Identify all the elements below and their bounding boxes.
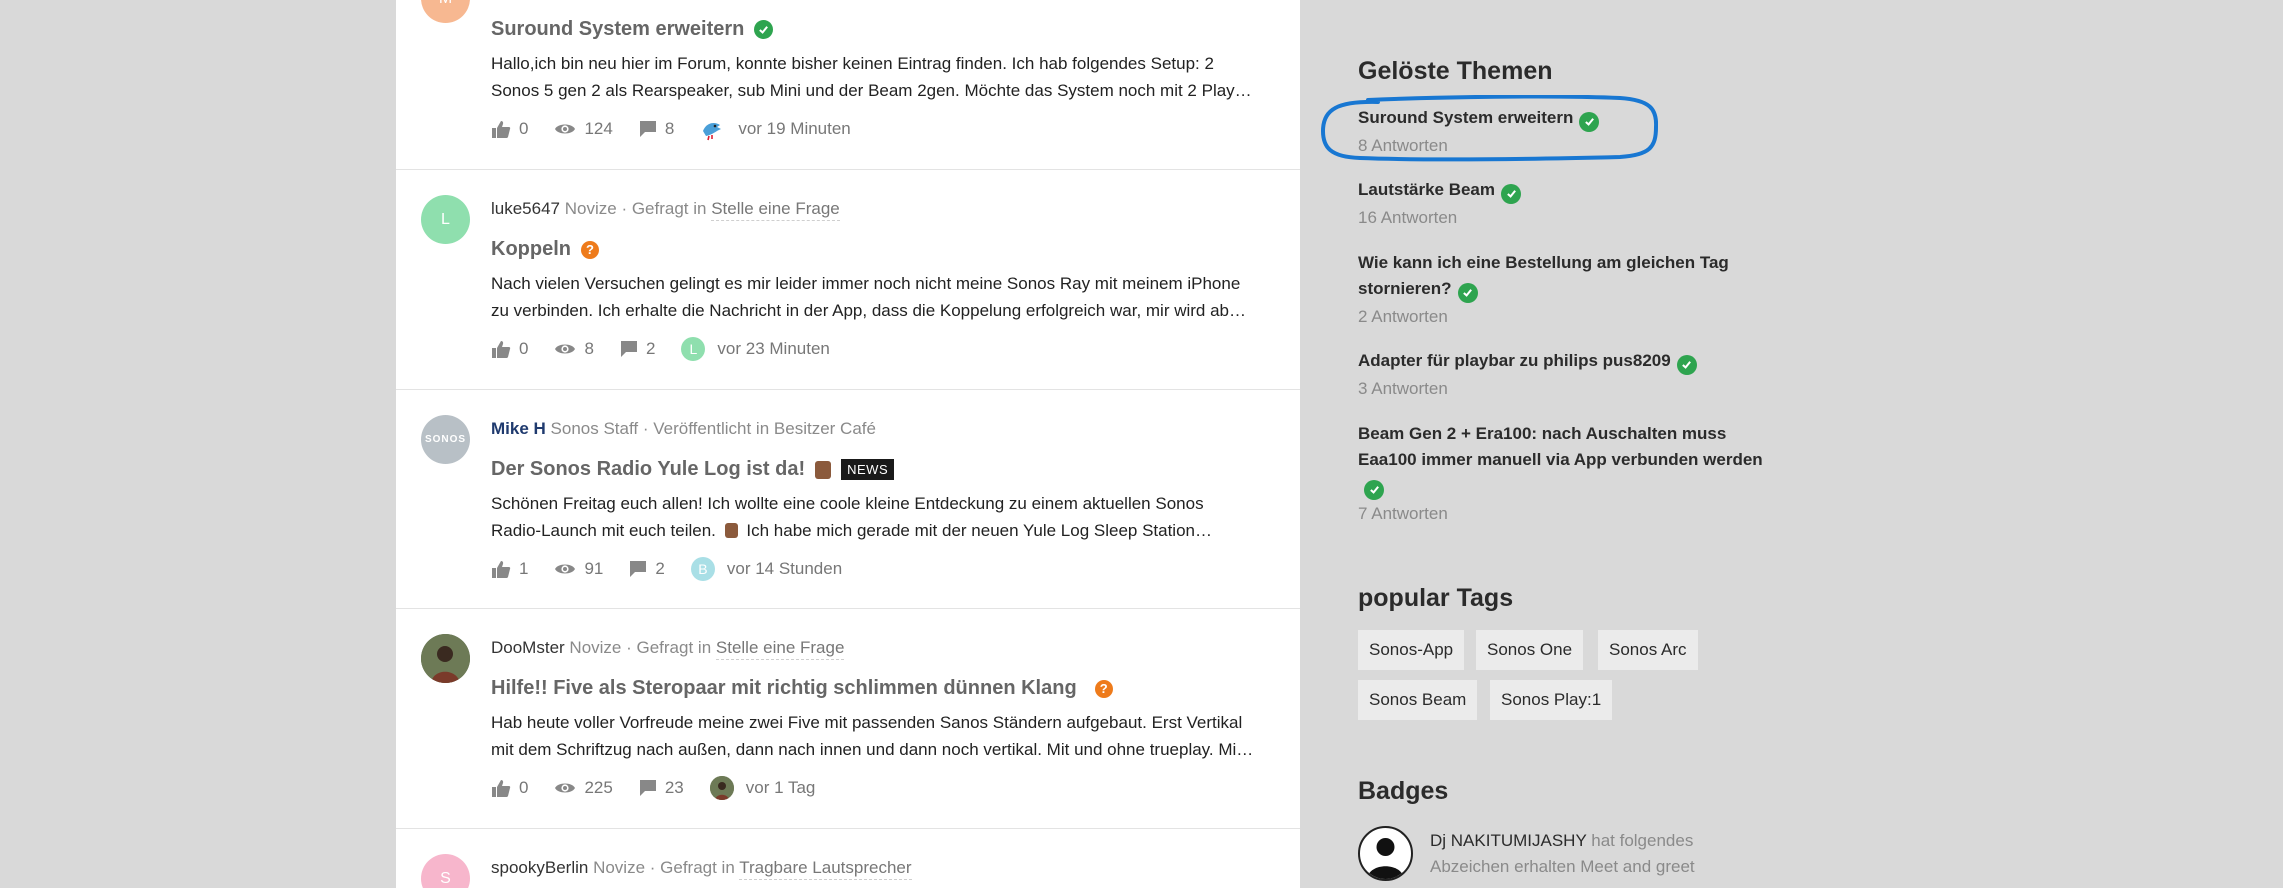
topic-stats: 0 225 23 vor 1 Tag (491, 776, 841, 800)
badge-user-link[interactable]: Dj NAKITUMIJASHY (1430, 831, 1587, 850)
solved-topic[interactable]: Wie kann ich eine Bestellung am gleichen… (1358, 250, 1768, 327)
tag-sonos-one[interactable]: Sonos One (1476, 630, 1584, 670)
avatar[interactable] (421, 634, 470, 683)
like-stat[interactable]: 0 (491, 778, 528, 798)
topic-meta: DooMster Novize · Gefragt in Stelle eine… (491, 638, 845, 660)
user-photo-icon (709, 776, 734, 800)
author-link[interactable]: spookyBerlin (491, 858, 588, 877)
eye-icon (555, 344, 576, 354)
like-stat[interactable]: 0 (491, 339, 528, 359)
annotation-circle (1320, 95, 1658, 162)
topic-stats: 0 8 2 L vor 23 Minuten (491, 337, 856, 361)
topic-title[interactable]: Der Sonos Radio Yule Log ist da! NEWS (491, 458, 895, 481)
tag-sonos-beam[interactable]: Sonos Beam (1358, 680, 1478, 720)
thumbs-up-icon (492, 121, 511, 138)
thumbs-up-icon (492, 341, 511, 358)
topic-meta: luke5647 Novize · Gefragt in Stelle eine… (491, 199, 840, 221)
eye-icon (555, 783, 576, 793)
thumbs-up-icon (492, 780, 511, 797)
popular-tags-heading: popular Tags (1358, 584, 1514, 612)
comment-icon (620, 341, 637, 357)
bird-avatar-icon (703, 123, 722, 141)
topic-title[interactable]: Hilfe!! Five als Steropaar mit richtig s… (491, 677, 1113, 700)
tag-sonos-arc[interactable]: Sonos Arc (1598, 630, 1698, 670)
solved-check-icon (1676, 354, 1697, 375)
question-icon: ? (581, 240, 599, 259)
topic-card[interactable]: L luke5647 Novize · Gefragt in Stelle ei… (396, 170, 1300, 390)
last-activity[interactable]: B vor 14 Stunden (690, 557, 842, 581)
solved-check-icon (1457, 282, 1478, 303)
avatar[interactable]: L (421, 195, 470, 244)
views-stat: 91 (554, 559, 603, 579)
like-stat[interactable]: 1 (491, 559, 528, 579)
topic-stats: 0 124 8 vor 19 Minuten (491, 117, 877, 141)
solved-topic[interactable]: Adapter für playbar zu philips pus8209 3… (1358, 348, 1778, 399)
avatar[interactable]: M (421, 0, 470, 23)
topic-excerpt: Hab heute voller Vorfreude meine zwei Fi… (491, 713, 1254, 759)
yule-log-icon (724, 523, 738, 538)
author-link[interactable]: Mike H (491, 419, 546, 438)
badges-heading: Badges (1358, 777, 1449, 805)
topic-excerpt: Schönen Freitag euch allen! Ich wollte e… (491, 494, 1212, 540)
topic-card[interactable]: M Suround System erweitern Hallo,ich bin… (396, 0, 1300, 170)
topic-meta: Mike H Sonos Staff · Veröffentlicht in B… (491, 419, 876, 438)
views-stat: 225 (554, 778, 613, 798)
topic-card[interactable]: S spookyBerlin Novize · Gefragt in Tragb… (396, 829, 1300, 888)
last-reply-avatar[interactable]: B (690, 557, 715, 581)
like-stat[interactable]: 0 (491, 119, 528, 139)
author-link[interactable]: DooMster (491, 638, 565, 657)
replies-stat: 2 (620, 339, 655, 359)
eye-icon (555, 564, 576, 574)
last-reply-avatar[interactable]: L (681, 337, 706, 361)
news-badge: NEWS (841, 459, 895, 480)
topic-card[interactable]: DooMster Novize · Gefragt in Stelle eine… (396, 609, 1300, 829)
eye-icon (555, 124, 576, 134)
user-silhouette-icon (1367, 838, 1404, 879)
comment-icon (630, 561, 647, 577)
yule-log-icon (815, 460, 832, 479)
topic-stats: 1 91 2 B vor 14 Stunden (491, 557, 868, 581)
solved-topic[interactable]: Lautstärke Beam 16 Antworten (1358, 177, 1778, 228)
solved-check-icon (1501, 183, 1522, 204)
replies-stat: 8 (639, 119, 674, 139)
topic-feed: M Suround System erweitern Hallo,ich bin… (396, 0, 1300, 888)
category-link[interactable]: Stelle eine Frage (715, 638, 845, 660)
solved-check-icon (754, 20, 774, 39)
category-link[interactable]: Tragbare Lautsprecher (739, 858, 912, 880)
comment-icon (639, 780, 656, 796)
avatar[interactable]: SONOS (421, 415, 470, 464)
last-activity[interactable]: vor 1 Tag (709, 776, 815, 800)
avatar[interactable] (1358, 826, 1413, 881)
solved-check-icon (1364, 479, 1384, 500)
user-photo-icon (421, 634, 470, 683)
solved-topic[interactable]: Beam Gen 2 + Era100: nach Auschalten mus… (1358, 421, 1768, 524)
thumbs-up-icon (492, 561, 511, 578)
tag-sonos-play1[interactable]: Sonos Play:1 (1490, 680, 1613, 720)
last-reply-avatar[interactable] (709, 776, 734, 800)
topic-title[interactable]: Koppeln ? (491, 238, 599, 261)
category-link[interactable]: Besitzer Café (774, 419, 876, 438)
solved-topics-heading: Gelöste Themen (1358, 57, 1553, 85)
comment-icon (639, 121, 656, 137)
last-activity[interactable]: L vor 23 Minuten (681, 337, 830, 361)
views-stat: 124 (554, 119, 613, 139)
topic-excerpt: Hallo,ich bin neu hier im Forum, konnte … (491, 54, 1252, 100)
topic-meta: spookyBerlin Novize · Gefragt in Tragbar… (491, 858, 912, 880)
avatar[interactable]: S (421, 854, 470, 888)
last-activity[interactable]: vor 19 Minuten (700, 117, 851, 141)
replies-stat: 2 (629, 559, 665, 579)
topic-card[interactable]: SONOS Mike H Sonos Staff · Veröffentlich… (396, 390, 1300, 609)
tag-sonos-app[interactable]: Sonos-App (1358, 630, 1465, 670)
category-link[interactable]: Stelle eine Frage (711, 199, 840, 221)
author-link[interactable]: luke5647 (491, 199, 560, 218)
topic-excerpt: Nach vielen Versuchen gelingt es mir lei… (491, 274, 1247, 320)
replies-stat: 23 (639, 778, 684, 798)
question-icon: ? (1094, 679, 1113, 698)
views-stat: 8 (554, 339, 594, 359)
topic-title[interactable]: Suround System erweitern (491, 18, 774, 41)
